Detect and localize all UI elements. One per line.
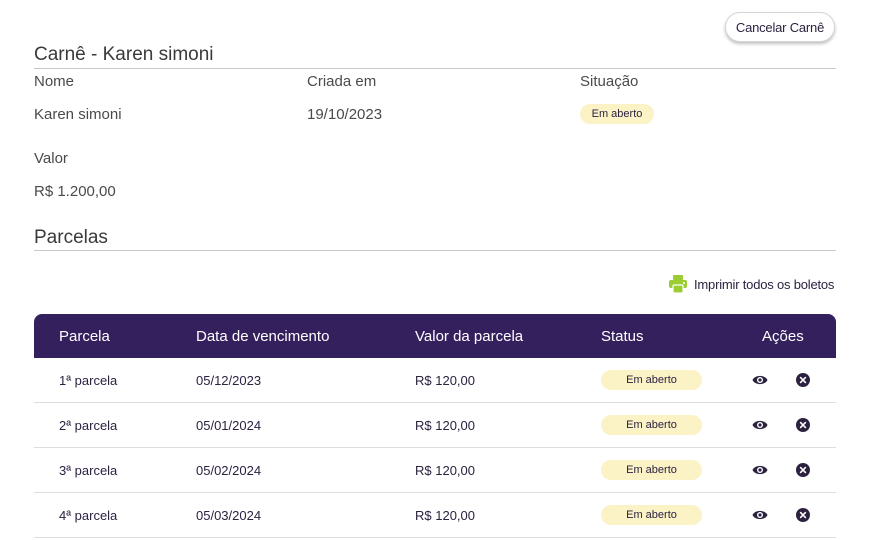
amount-label: Valor: [34, 150, 68, 167]
row-vencimento: 05/01/2024: [196, 418, 262, 433]
carne-title: Carnê - Karen simoni: [34, 44, 214, 65]
parcelas-title: Parcelas: [34, 227, 108, 248]
print-all-label: Imprimir todos os boletos: [694, 276, 835, 292]
col-acoes: Ações: [762, 328, 804, 345]
row-valor: R$ 120,00: [415, 508, 475, 523]
close-circle-icon[interactable]: [796, 373, 810, 387]
amount-value: R$ 1.200,00: [34, 183, 116, 200]
row-status-badge: Em aberto: [601, 415, 702, 435]
close-circle-icon[interactable]: [796, 508, 810, 522]
row-valor: R$ 120,00: [415, 373, 475, 388]
eye-icon[interactable]: [752, 463, 768, 477]
eye-icon[interactable]: [752, 373, 768, 387]
eye-icon[interactable]: [752, 418, 768, 432]
name-label: Nome: [34, 73, 75, 90]
row-status-badge: Em aberto: [601, 460, 702, 480]
col-status: Status: [601, 328, 644, 345]
created-value: 19/10/2023: [307, 106, 383, 123]
table-header: Parcela Data de vencimento Valor da parc…: [34, 314, 836, 358]
title-divider: [34, 68, 836, 69]
row-parcela: 1ª parcela: [59, 373, 118, 388]
row-valor: R$ 120,00: [415, 418, 475, 433]
row-parcela: 3ª parcela: [59, 463, 118, 478]
row-parcela: 2ª parcela: [59, 418, 118, 433]
close-circle-icon[interactable]: [796, 418, 810, 432]
row-valor: R$ 120,00: [415, 463, 475, 478]
row-vencimento: 05/12/2023: [196, 373, 262, 388]
parcelas-table: Parcela Data de vencimento Valor da parc…: [34, 314, 836, 538]
created-label: Criada em: [307, 73, 377, 90]
eye-icon[interactable]: [752, 508, 768, 522]
table-row: 3ª parcela 05/02/2024 R$ 120,00 Em abert…: [34, 448, 836, 493]
print-all-link[interactable]: Imprimir todos os boletos: [668, 274, 834, 294]
status-badge: Em aberto: [580, 104, 654, 124]
row-vencimento: 05/02/2024: [196, 463, 262, 478]
status-label: Situação: [580, 73, 639, 90]
row-parcela: 4ª parcela: [59, 508, 118, 523]
table-row: 1ª parcela 05/12/2023 R$ 120,00 Em abert…: [34, 358, 836, 403]
col-parcela: Parcela: [59, 328, 110, 345]
close-circle-icon[interactable]: [796, 463, 810, 477]
row-status-badge: Em aberto: [601, 370, 702, 390]
cancel-carne-button[interactable]: Cancelar Carnê: [725, 12, 835, 42]
row-vencimento: 05/03/2024: [196, 508, 262, 523]
row-status-badge: Em aberto: [601, 505, 702, 525]
printer-icon: [669, 275, 687, 293]
table-row: 2ª parcela 05/01/2024 R$ 120,00 Em abert…: [34, 403, 836, 448]
parcelas-divider: [34, 250, 836, 251]
table-row: 4ª parcela 05/03/2024 R$ 120,00 Em abert…: [34, 493, 836, 538]
name-value: Karen simoni: [34, 106, 122, 123]
col-vencimento: Data de vencimento: [196, 328, 330, 345]
col-valor: Valor da parcela: [415, 328, 524, 345]
